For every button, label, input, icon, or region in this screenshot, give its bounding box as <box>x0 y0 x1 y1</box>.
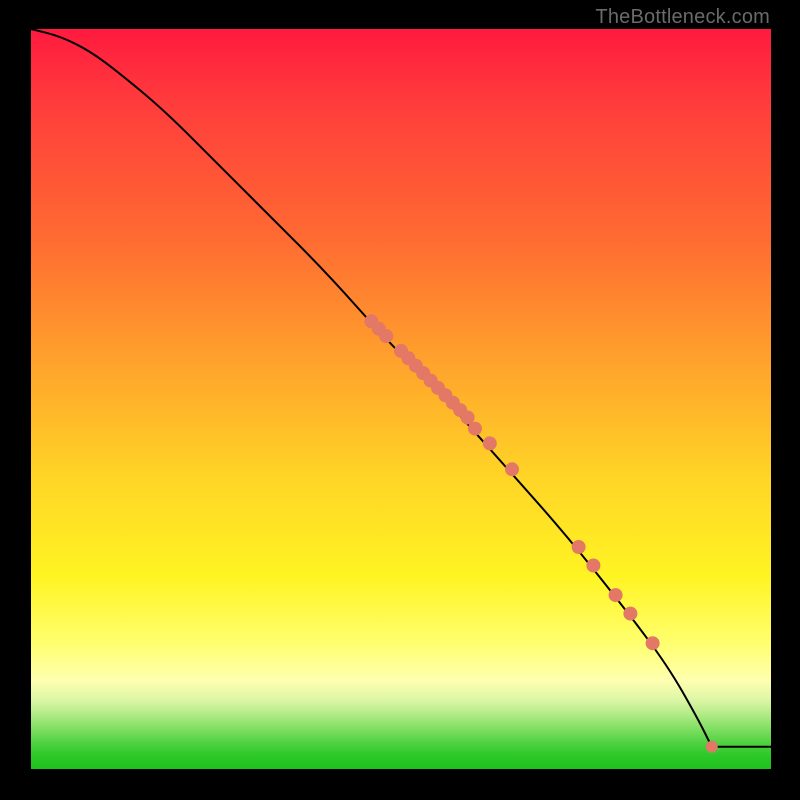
chart-overlay <box>31 29 771 769</box>
data-point <box>646 636 660 650</box>
data-point <box>572 540 586 554</box>
plot-area <box>31 29 771 769</box>
chart-frame: TheBottleneck.com <box>0 0 800 800</box>
scatter-points <box>364 314 717 753</box>
data-point <box>505 462 519 476</box>
data-point <box>483 436 497 450</box>
data-point <box>379 329 393 343</box>
data-point <box>623 607 637 621</box>
bottleneck-curve <box>31 29 712 747</box>
data-point <box>609 588 623 602</box>
data-point <box>706 741 718 753</box>
data-point <box>468 422 482 436</box>
watermark-text: TheBottleneck.com <box>595 6 770 29</box>
data-point <box>586 559 600 573</box>
